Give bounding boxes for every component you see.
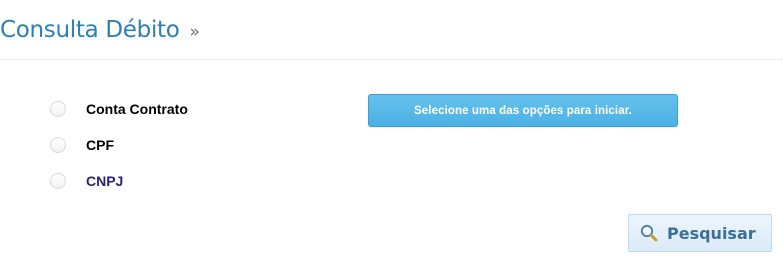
page-title: Consulta Débito [0,17,180,43]
radio-label-conta-contrato: Conta Contrato [86,101,188,117]
search-type-radio-group: Conta Contrato CPF CNPJ [48,99,188,207]
radio-option-cnpj[interactable]: CNPJ [48,171,188,191]
radio-button-cnpj[interactable] [50,173,66,189]
header-divider [0,59,783,60]
radio-button-cpf[interactable] [50,137,66,153]
consulta-debito-page: Consulta Débito » Conta Contrato CPF CNP… [0,0,783,271]
radio-option-conta-contrato[interactable]: Conta Contrato [48,99,188,119]
info-message: Selecione uma das opções para iniciar. [414,104,632,117]
radio-option-cpf[interactable]: CPF [48,135,188,155]
radio-button-conta-contrato[interactable] [50,101,66,117]
radio-label-cpf: CPF [86,137,114,153]
radio-label-cnpj: CNPJ [86,173,124,189]
magnifier-icon [639,223,659,243]
breadcrumb-chevron: » [189,22,200,42]
info-message-box: Selecione uma das opções para iniciar. [368,94,678,127]
search-button[interactable]: Pesquisar [628,214,772,252]
search-button-label: Pesquisar [667,223,756,243]
page-header: Consulta Débito » [0,14,200,46]
